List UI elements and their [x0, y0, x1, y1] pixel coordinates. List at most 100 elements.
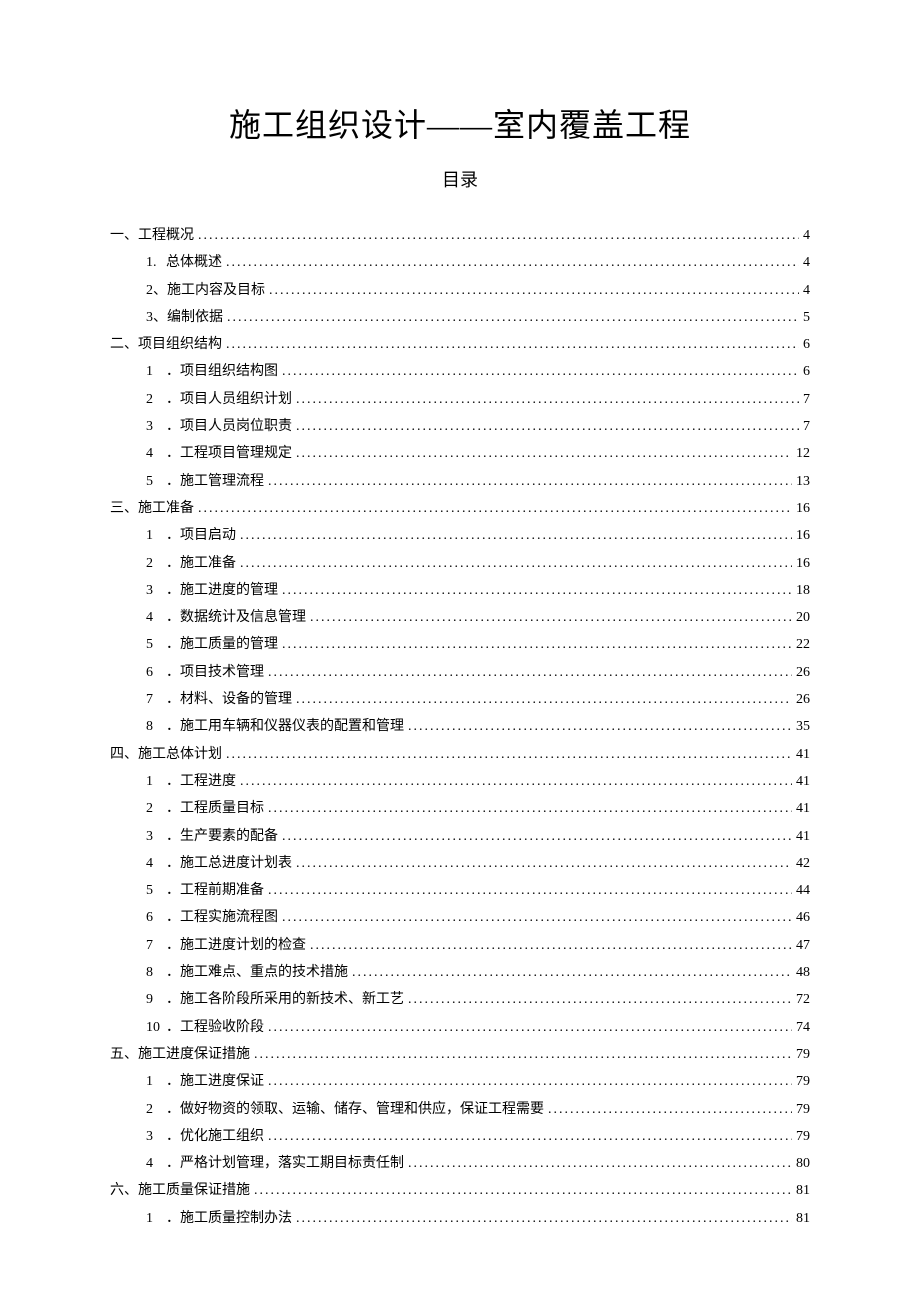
toc-entry-number: 2	[146, 550, 166, 577]
toc-entry-page: 22	[796, 631, 810, 658]
toc-entry-number: 7	[146, 686, 166, 713]
toc-entry: 六、施工质量保证措施81	[110, 1177, 810, 1204]
toc-entry-label: 总体概述	[166, 249, 222, 276]
toc-leader-dots	[408, 1150, 792, 1177]
toc-entry-page: 35	[796, 713, 810, 740]
toc-entry-label: ．施工总进度计划表	[166, 850, 292, 877]
toc-entry-number: 8	[146, 713, 166, 740]
toc-leader-dots	[282, 631, 792, 658]
toc-entry: 四、施工总体计划41	[110, 741, 810, 768]
toc-entry: 10．工程验收阶段74	[110, 1014, 810, 1041]
toc-entry-number: 1	[146, 1205, 166, 1232]
toc-entry: 3、编制依据5	[110, 304, 810, 331]
toc-entry-page: 81	[796, 1205, 810, 1232]
toc-entry-number: 6	[146, 904, 166, 931]
toc-entry-number: 4	[146, 850, 166, 877]
toc-entry-label: ．工程进度	[166, 768, 236, 795]
toc-entry: 9．施工各阶段所采用的新技术、新工艺72	[110, 986, 810, 1013]
toc-entry-number: 1	[146, 768, 166, 795]
toc-leader-dots	[198, 495, 792, 522]
toc-entry-page: 72	[796, 986, 810, 1013]
toc-leader-dots	[268, 795, 792, 822]
toc-leader-dots	[268, 468, 792, 495]
toc-entry: 3．优化施工组织79	[110, 1123, 810, 1150]
toc-entry-label: 项目组织结构	[138, 331, 222, 358]
toc-entry: 3．生产要素的配备41	[110, 823, 810, 850]
document-page: 施工组织设计——室内覆盖工程 目录 一、工程概况41.总体概述42、施工内容及目…	[0, 0, 920, 1301]
toc-entry-label: ．施工难点、重点的技术措施	[166, 959, 348, 986]
toc-entry-label: ．施工进度的管理	[166, 577, 278, 604]
toc-entry: 五、施工进度保证措施79	[110, 1041, 810, 1068]
toc-entry-number: 5	[146, 631, 166, 658]
toc-leader-dots	[548, 1096, 792, 1123]
toc-leader-dots	[268, 1068, 792, 1095]
table-of-contents: 一、工程概况41.总体概述42、施工内容及目标43、编制依据5二、项目组织结构6…	[110, 222, 810, 1232]
toc-entry-number: 2	[146, 1096, 166, 1123]
toc-entry-label: 施工质量保证措施	[138, 1177, 250, 1204]
toc-entry-page: 41	[796, 823, 810, 850]
toc-entry: 2、施工内容及目标4	[110, 277, 810, 304]
toc-leader-dots	[296, 440, 792, 467]
toc-leader-dots	[282, 577, 792, 604]
toc-entry-page: 4	[803, 249, 810, 276]
toc-entry-page: 74	[796, 1014, 810, 1041]
toc-entry-page: 7	[803, 413, 810, 440]
toc-entry-number: 4	[146, 440, 166, 467]
toc-entry-label: ．项目启动	[166, 522, 236, 549]
toc-entry-label: ．工程前期准备	[166, 877, 264, 904]
toc-leader-dots	[240, 522, 792, 549]
toc-entry-label: ．材料、设备的管理	[166, 686, 292, 713]
toc-entry-page: 6	[803, 331, 810, 358]
toc-entry-page: 42	[796, 850, 810, 877]
toc-leader-dots	[282, 823, 792, 850]
toc-entry: 4．严格计划管理，落实工期目标责任制80	[110, 1150, 810, 1177]
toc-entry-label: 施工内容及目标	[167, 277, 265, 304]
toc-entry: 5．工程前期准备44	[110, 877, 810, 904]
toc-entry-page: 4	[803, 277, 810, 304]
toc-entry-label: ．施工管理流程	[166, 468, 264, 495]
toc-leader-dots	[296, 386, 799, 413]
toc-entry-page: 4	[803, 222, 810, 249]
toc-entry: 一、工程概况4	[110, 222, 810, 249]
toc-entry-page: 81	[796, 1177, 810, 1204]
toc-entry-page: 79	[796, 1096, 810, 1123]
toc-entry-number: 1	[146, 522, 166, 549]
toc-entry-page: 47	[796, 932, 810, 959]
toc-entry-number: 3	[146, 413, 166, 440]
toc-entry-page: 16	[796, 522, 810, 549]
toc-leader-dots	[408, 986, 792, 1013]
toc-entry-number: 3	[146, 577, 166, 604]
toc-entry-page: 12	[796, 440, 810, 467]
toc-entry: 8．施工用车辆和仪器仪表的配置和管理 35	[110, 713, 810, 740]
toc-entry-page: 79	[796, 1123, 810, 1150]
toc-entry-number: 3	[146, 823, 166, 850]
toc-leader-dots	[226, 331, 799, 358]
toc-entry: 2．工程质量目标41	[110, 795, 810, 822]
toc-entry-label: ．做好物资的领取、运输、储存、管理和供应，保证工程需要	[166, 1096, 544, 1123]
toc-leader-dots	[296, 686, 792, 713]
toc-entry: 7．材料、设备的管理26	[110, 686, 810, 713]
toc-entry-number: 2	[146, 386, 166, 413]
toc-entry-page: 16	[796, 495, 810, 522]
toc-entry: 1．项目启动 16	[110, 522, 810, 549]
toc-entry: 7．施工进度计划的检查47	[110, 932, 810, 959]
toc-leader-dots	[282, 358, 799, 385]
toc-entry: 6．项目技术管理26	[110, 659, 810, 686]
toc-entry: 1.总体概述4	[110, 249, 810, 276]
toc-entry: 5．施工质量的管理22	[110, 631, 810, 658]
toc-leader-dots	[268, 1123, 792, 1150]
toc-entry-number: 7	[146, 932, 166, 959]
toc-entry-label: ．施工用车辆和仪器仪表的配置和管理	[166, 713, 404, 740]
toc-entry-page: 41	[796, 741, 810, 768]
toc-entry-page: 16	[796, 550, 810, 577]
toc-entry-label: 工程概况	[138, 222, 194, 249]
toc-entry: 1．施工进度保证79	[110, 1068, 810, 1095]
toc-entry-label: ．施工准备	[166, 550, 236, 577]
toc-leader-dots	[268, 877, 792, 904]
toc-entry: 1．项目组织结构图6	[110, 358, 810, 385]
toc-leader-dots	[296, 850, 792, 877]
toc-leader-dots	[240, 550, 792, 577]
toc-entry-page: 48	[796, 959, 810, 986]
toc-entry-label: ．数据统计及信息管理	[166, 604, 306, 631]
toc-entry-label: ．项目组织结构图	[166, 358, 278, 385]
